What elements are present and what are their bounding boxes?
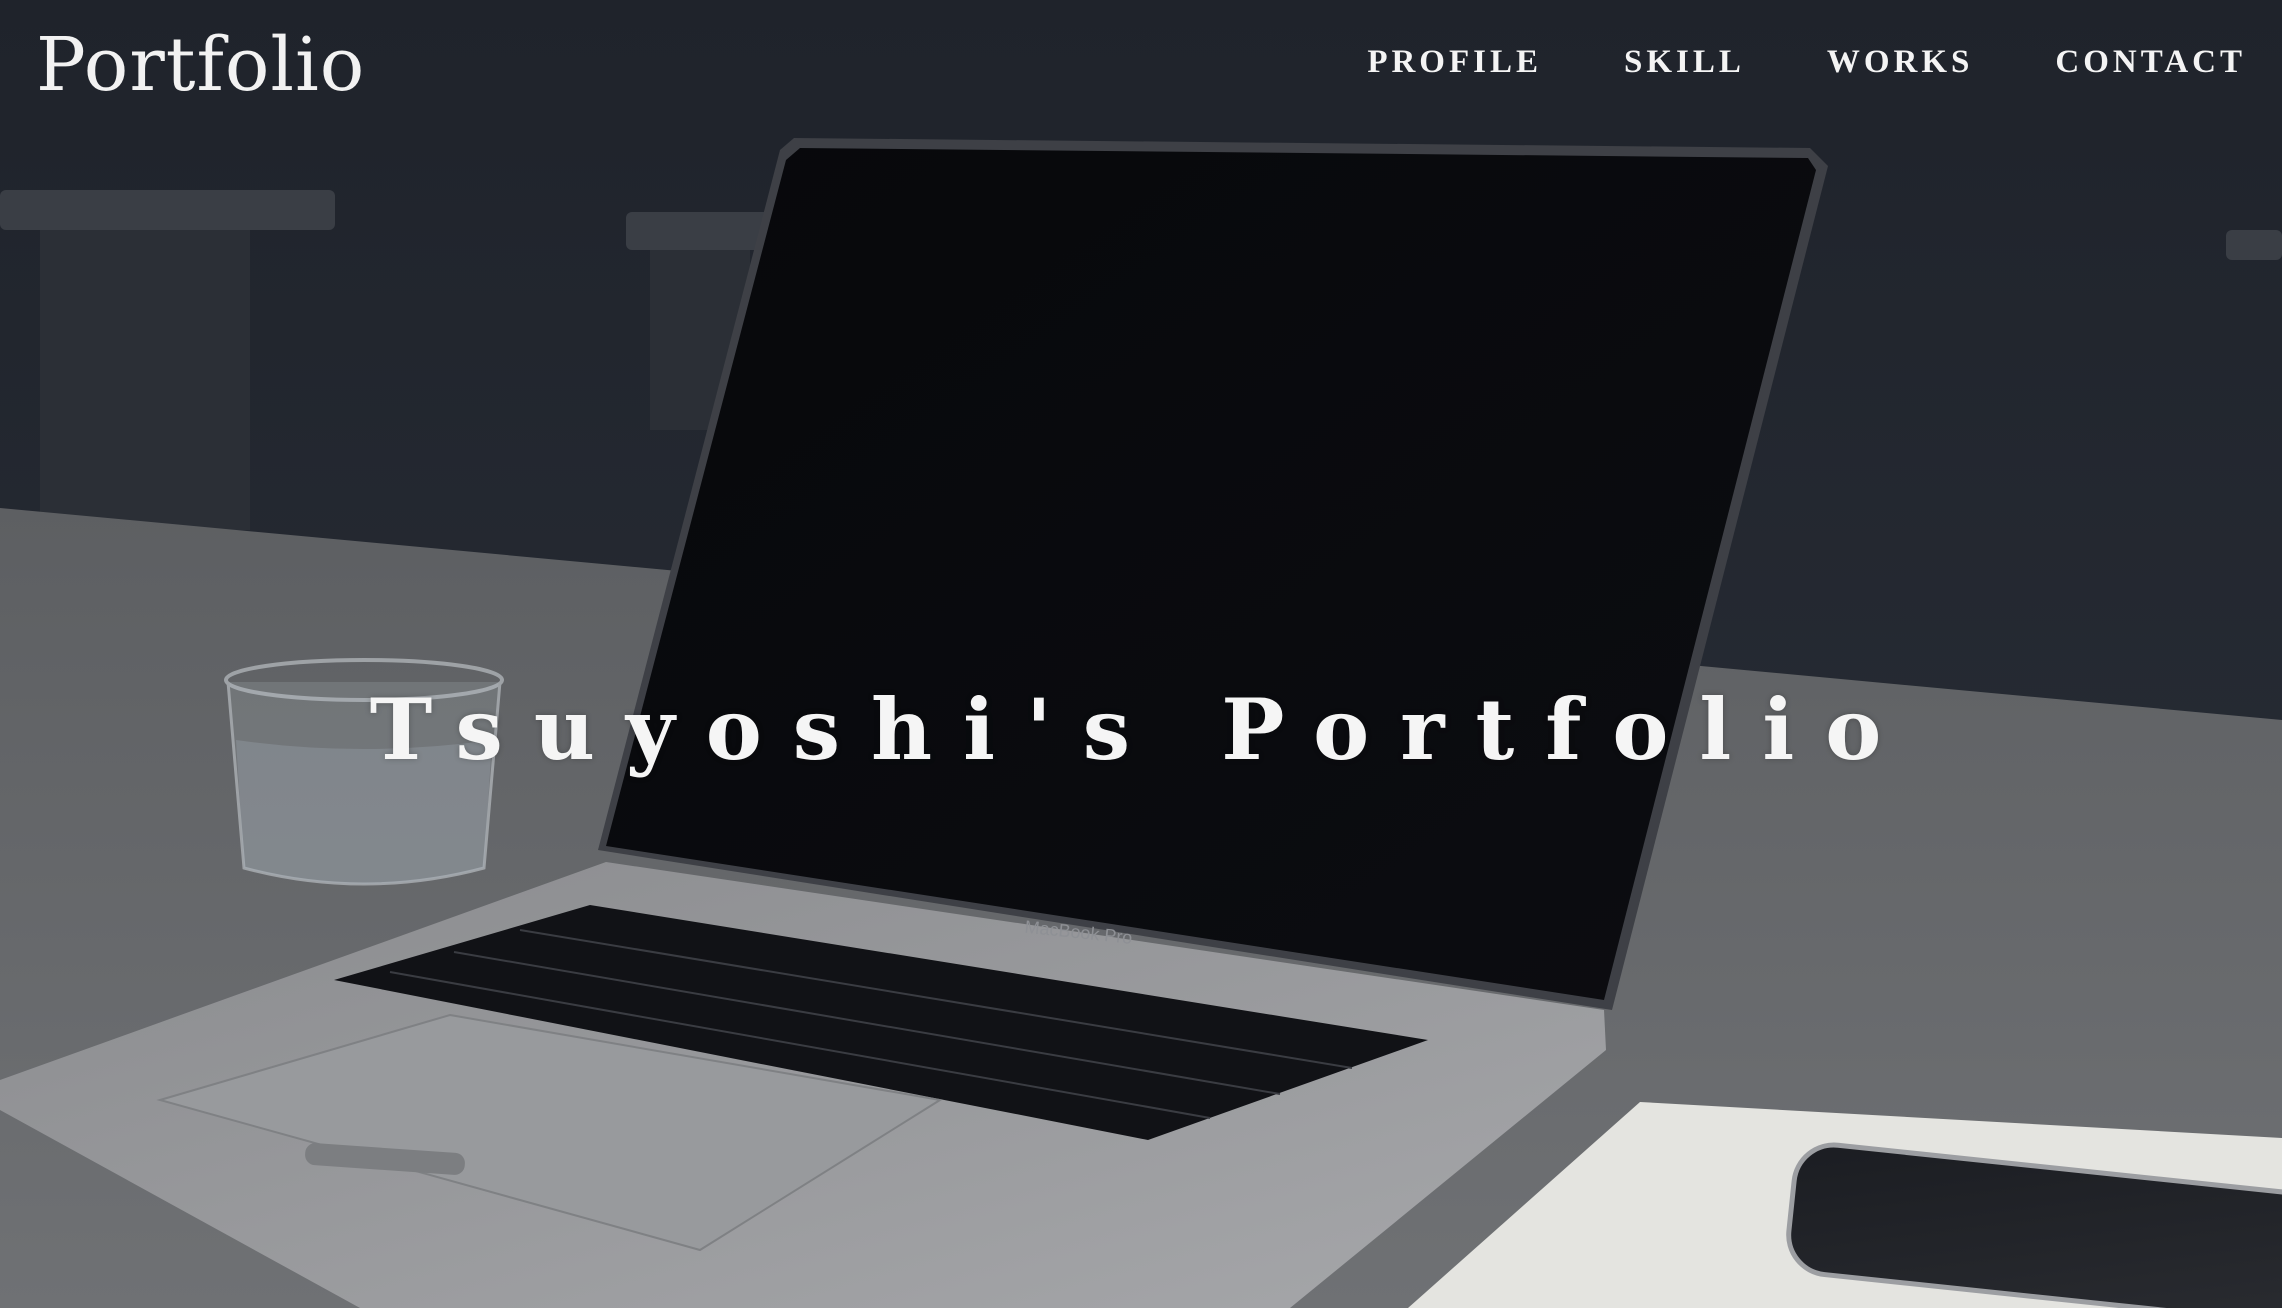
main-nav: PROFILE SKILL WORKS CONTACT	[1367, 44, 2246, 81]
nav-skill-link[interactable]: SKILL	[1624, 44, 1745, 81]
laptop-brand-text: MacBook Pro	[1024, 918, 1134, 948]
hero-section: Portfolio PROFILE SKILL WORKS CONTACT Ts…	[0, 0, 2282, 1308]
nav-works-link[interactable]: WORKS	[1827, 44, 1974, 81]
site-logo[interactable]: Portfolio	[36, 22, 365, 108]
hero-title: Tsuyoshi's Portfolio	[369, 680, 1913, 779]
nav-profile-link[interactable]: PROFILE	[1367, 44, 1542, 81]
hero-background-photo	[0, 0, 2282, 1308]
laptop-brand-label: MacBook Pro	[1024, 918, 1134, 948]
nav-contact-link[interactable]: CONTACT	[2055, 44, 2246, 81]
